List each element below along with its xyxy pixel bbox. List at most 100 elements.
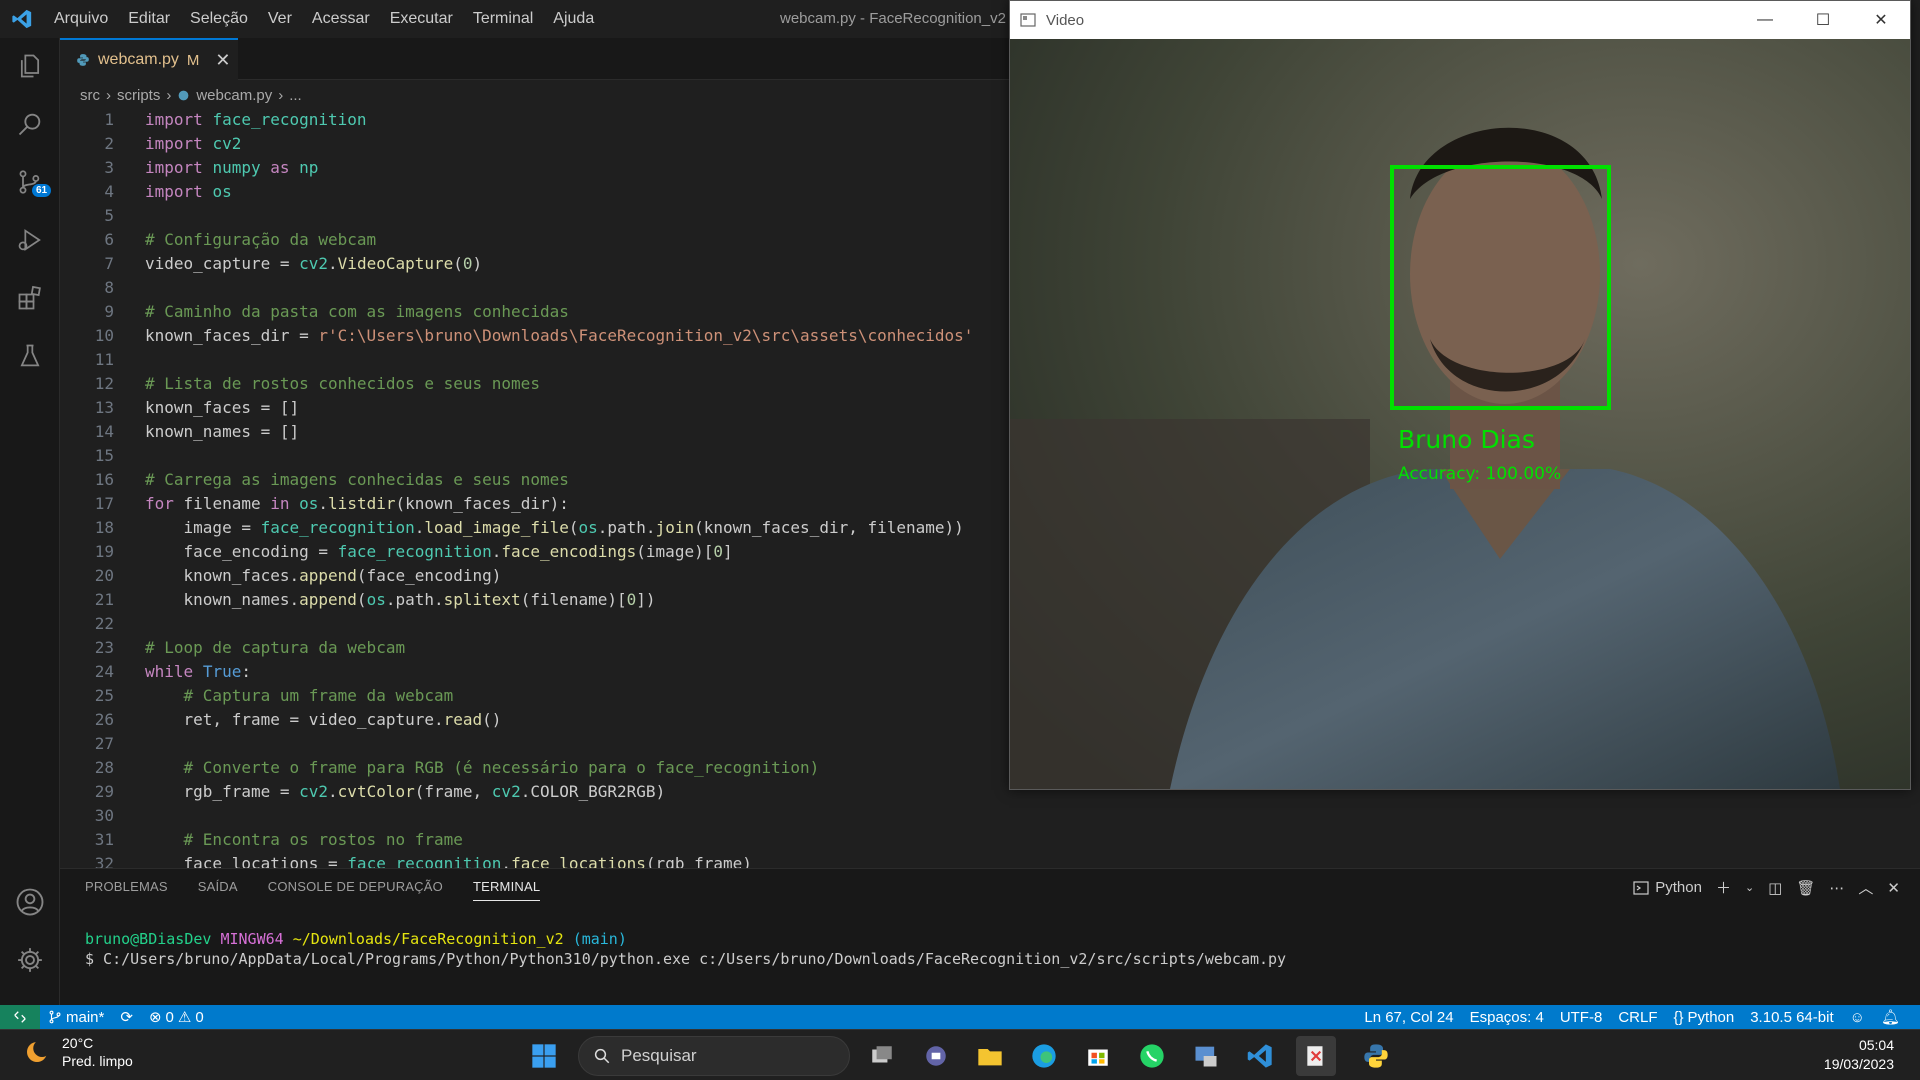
breadcrumb-file[interactable]: webcam.py [196,87,272,104]
feedback-icon[interactable]: ☺ [1842,1009,1873,1026]
video-window-title: Video [1046,11,1085,29]
vscode-taskbar-icon[interactable] [1240,1036,1280,1076]
code-line[interactable]: rgb_frame = cv2.cvtColor(frame, cv2.COLO… [145,780,666,804]
menu-ajuda[interactable]: Ajuda [543,0,604,38]
menu-ver[interactable]: Ver [258,0,302,38]
window-app-icon [1020,13,1036,27]
more-actions-icon[interactable]: ⋯ [1829,879,1844,897]
close-icon[interactable]: ✕ [1852,1,1910,39]
code-line[interactable]: image = face_recognition.load_image_file… [145,516,964,540]
code-line[interactable]: import numpy as np [145,156,318,180]
file-explorer-icon[interactable] [970,1036,1010,1076]
breadcrumb-src[interactable]: src [80,87,100,104]
code-line[interactable]: import face_recognition [145,108,367,132]
code-line[interactable]: video_capture = cv2.VideoCapture(0) [145,252,482,276]
code-line[interactable]: # Carrega as imagens conhecidas e seus n… [145,468,569,492]
maximize-panel-icon[interactable]: ︿ [1858,877,1873,898]
code-line[interactable]: ret, frame = video_capture.read() [145,708,502,732]
video-window[interactable]: Video — ☐ ✕ Bruno Dias Accuracy: 100.00% [1009,0,1911,790]
code-line[interactable]: for filename in os.listdir(known_faces_d… [145,492,569,516]
code-line[interactable]: known_names = [] [145,420,299,444]
testing-icon[interactable] [0,328,60,384]
terminal-command: $ C:/Users/bruno/AppData/Local/Programs/… [85,950,1287,968]
tab-webcam-py[interactable]: webcam.py M ✕ [60,38,238,80]
new-terminal-icon[interactable]: ＋ [1716,877,1731,898]
remote-icon[interactable] [0,1005,40,1029]
code-line[interactable]: import cv2 [145,132,241,156]
tab-console-depuracao[interactable]: CONSOLE DE DEPURAÇÃO [268,879,443,901]
code-line[interactable]: known_faces.append(face_encoding) [145,564,502,588]
warning-icon: ⚠ [177,1009,192,1026]
snipping-tool-icon[interactable] [1296,1036,1336,1076]
code-line[interactable]: # Lista de rostos conhecidos e seus nome… [145,372,540,396]
run-debug-icon[interactable] [0,212,60,268]
code-line[interactable]: known_faces_dir = r'C:\Users\bruno\Downl… [145,324,973,348]
weather-widget[interactable]: 20°C Pred. limpo [22,1034,133,1070]
indentation[interactable]: Espaços: 4 [1462,1009,1552,1026]
code-line[interactable]: # Converte o frame para RGB (é necessári… [145,756,820,780]
extensions-icon[interactable] [0,270,60,326]
code-line[interactable]: while True: [145,660,251,684]
search-icon[interactable] [0,96,60,152]
menu-editar[interactable]: Editar [118,0,180,38]
problems-indicator[interactable]: ⊗ 0 ⚠ 0 [141,1008,212,1027]
chevron-down-icon[interactable]: ⌄ [1745,881,1754,894]
account-icon[interactable] [0,874,60,930]
code-editor[interactable]: 1 import face_recognition 2 import cv2 3 impo… [60,108,1010,873]
tab-close-icon[interactable]: ✕ [215,50,230,71]
python-app-icon[interactable] [1356,1036,1396,1076]
remote-desktop-icon[interactable] [1186,1036,1226,1076]
terminal-shell-selector[interactable]: Python [1633,879,1702,896]
code-line[interactable]: import os [145,180,232,204]
code-line[interactable]: # Configuração da webcam [145,228,376,252]
close-panel-icon[interactable]: ✕ [1887,879,1900,897]
taskbar-search[interactable]: Pesquisar [578,1036,850,1076]
system-clock[interactable]: 05:04 19/03/2023 [1824,1036,1894,1074]
notifications-bell-icon[interactable]: 🔔︎ [1873,1008,1908,1026]
code-line[interactable]: # Loop de captura da webcam [145,636,405,660]
settings-gear-icon[interactable] [0,932,60,988]
breadcrumb-scripts[interactable]: scripts [117,87,160,104]
source-control-icon[interactable]: 61 [0,154,60,210]
windows-start-icon[interactable] [524,1036,564,1076]
code-line[interactable]: known_names.append(os.path.splitext(file… [145,588,656,612]
sync-icon[interactable]: ⟳ [112,1008,141,1026]
branch-indicator[interactable]: main* [40,1009,112,1026]
search-icon [594,1048,610,1064]
whatsapp-icon[interactable] [1132,1036,1172,1076]
task-view-icon[interactable] [862,1036,902,1076]
language-label: Python [1687,1008,1735,1026]
trash-icon[interactable]: 🗑 [1796,879,1815,897]
tab-problemas[interactable]: PROBLEMAS [85,879,168,901]
video-title-bar[interactable]: Video — ☐ ✕ [1010,1,1910,39]
end-of-line[interactable]: CRLF [1610,1009,1665,1026]
chat-icon[interactable] [916,1036,956,1076]
menu-executar[interactable]: Executar [380,0,463,38]
code-line[interactable]: # Caminho da pasta com as imagens conhec… [145,300,569,324]
tab-terminal[interactable]: TERMINAL [472,879,541,901]
terminal-output[interactable]: bruno@BDiasDev MINGW64 ~/Downloads/FaceR… [85,929,1286,969]
explorer-icon[interactable] [0,38,60,94]
code-line[interactable]: known_faces = [] [145,396,299,420]
interpreter-version[interactable]: 3.10.5 64-bit [1742,1009,1841,1026]
code-line[interactable]: # Captura um frame da webcam [145,684,454,708]
menu-selecao[interactable]: Seleção [180,0,258,38]
cursor-position[interactable]: Ln 67, Col 24 [1356,1009,1461,1026]
python-file-icon [77,54,89,66]
menu-arquivo[interactable]: Arquivo [44,0,118,38]
menu-acessar[interactable]: Acessar [302,0,380,38]
code-line[interactable]: face_encoding = face_recognition.face_en… [145,540,733,564]
language-mode[interactable]: {} Python [1665,1009,1742,1026]
encoding[interactable]: UTF-8 [1552,1009,1611,1026]
code-line[interactable]: # Encontra os rostos no frame [145,828,463,852]
breadcrumb-symbol[interactable]: ... [289,87,302,104]
edge-browser-icon[interactable] [1024,1036,1064,1076]
source-control-badge: 61 [32,184,52,197]
minimize-icon[interactable]: — [1736,1,1794,39]
tab-saida[interactable]: SAÍDA [198,879,238,901]
maximize-icon[interactable]: ☐ [1794,1,1852,39]
panel-actions: Python ＋ ⌄ ◫ 🗑 ⋯ ︿ ✕ [1633,877,1900,898]
microsoft-store-icon[interactable] [1078,1036,1118,1076]
split-terminal-icon[interactable]: ◫ [1768,879,1782,897]
menu-terminal[interactable]: Terminal [463,0,543,38]
